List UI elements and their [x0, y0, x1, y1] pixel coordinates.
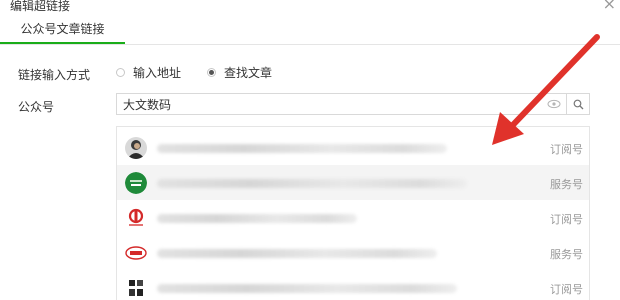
result-item[interactable]: 服务号 [117, 165, 589, 200]
tab-article-link[interactable]: 公众号文章链接 [0, 14, 125, 44]
result-item[interactable]: 订阅号 [117, 270, 589, 300]
tab-bar: 公众号文章链接 [0, 14, 620, 45]
person-photo-avatar [125, 137, 147, 159]
link-input-method-label: 链接输入方式 [18, 68, 91, 82]
result-item[interactable]: 订阅号 [117, 200, 589, 235]
red-text-logo-avatar [125, 242, 147, 264]
dialog-title: 编辑超链接 [10, 0, 71, 13]
radio-unchecked-icon [116, 67, 125, 77]
blurred-account-name [157, 214, 357, 223]
black-text-logo-avatar [125, 277, 147, 299]
radio-find-article[interactable]: 查找文章 [207, 64, 272, 80]
account-results-list: 订阅号 服务号 订阅号 服务号 订阅号 [116, 126, 590, 300]
close-icon[interactable]: × [603, 0, 616, 13]
account-search-box [116, 93, 590, 115]
green-circle-logo-avatar [125, 172, 147, 194]
account-search-input[interactable] [117, 94, 549, 114]
account-type-tag: 订阅号 [550, 283, 583, 296]
account-type-tag: 服务号 [550, 178, 583, 191]
radio-input-address-label: 输入地址 [133, 65, 182, 80]
account-label: 公众号 [18, 100, 55, 114]
radio-find-article-label: 查找文章 [224, 65, 273, 80]
result-item[interactable]: 服务号 [117, 235, 589, 270]
account-type-tag: 订阅号 [550, 143, 583, 156]
blurred-account-name [157, 284, 457, 293]
red-logo-avatar [125, 207, 147, 229]
search-button[interactable] [566, 94, 589, 114]
account-type-tag: 服务号 [550, 248, 583, 261]
radio-checked-icon [207, 67, 216, 77]
search-icon [573, 99, 583, 109]
blurred-account-name [157, 249, 437, 258]
account-type-tag: 订阅号 [550, 213, 583, 226]
blurred-account-name [157, 179, 467, 188]
blurred-account-name [157, 144, 447, 153]
radio-input-address[interactable]: 输入地址 [116, 64, 181, 80]
result-item[interactable]: 订阅号 [117, 130, 589, 165]
eye-icon[interactable] [547, 98, 561, 110]
